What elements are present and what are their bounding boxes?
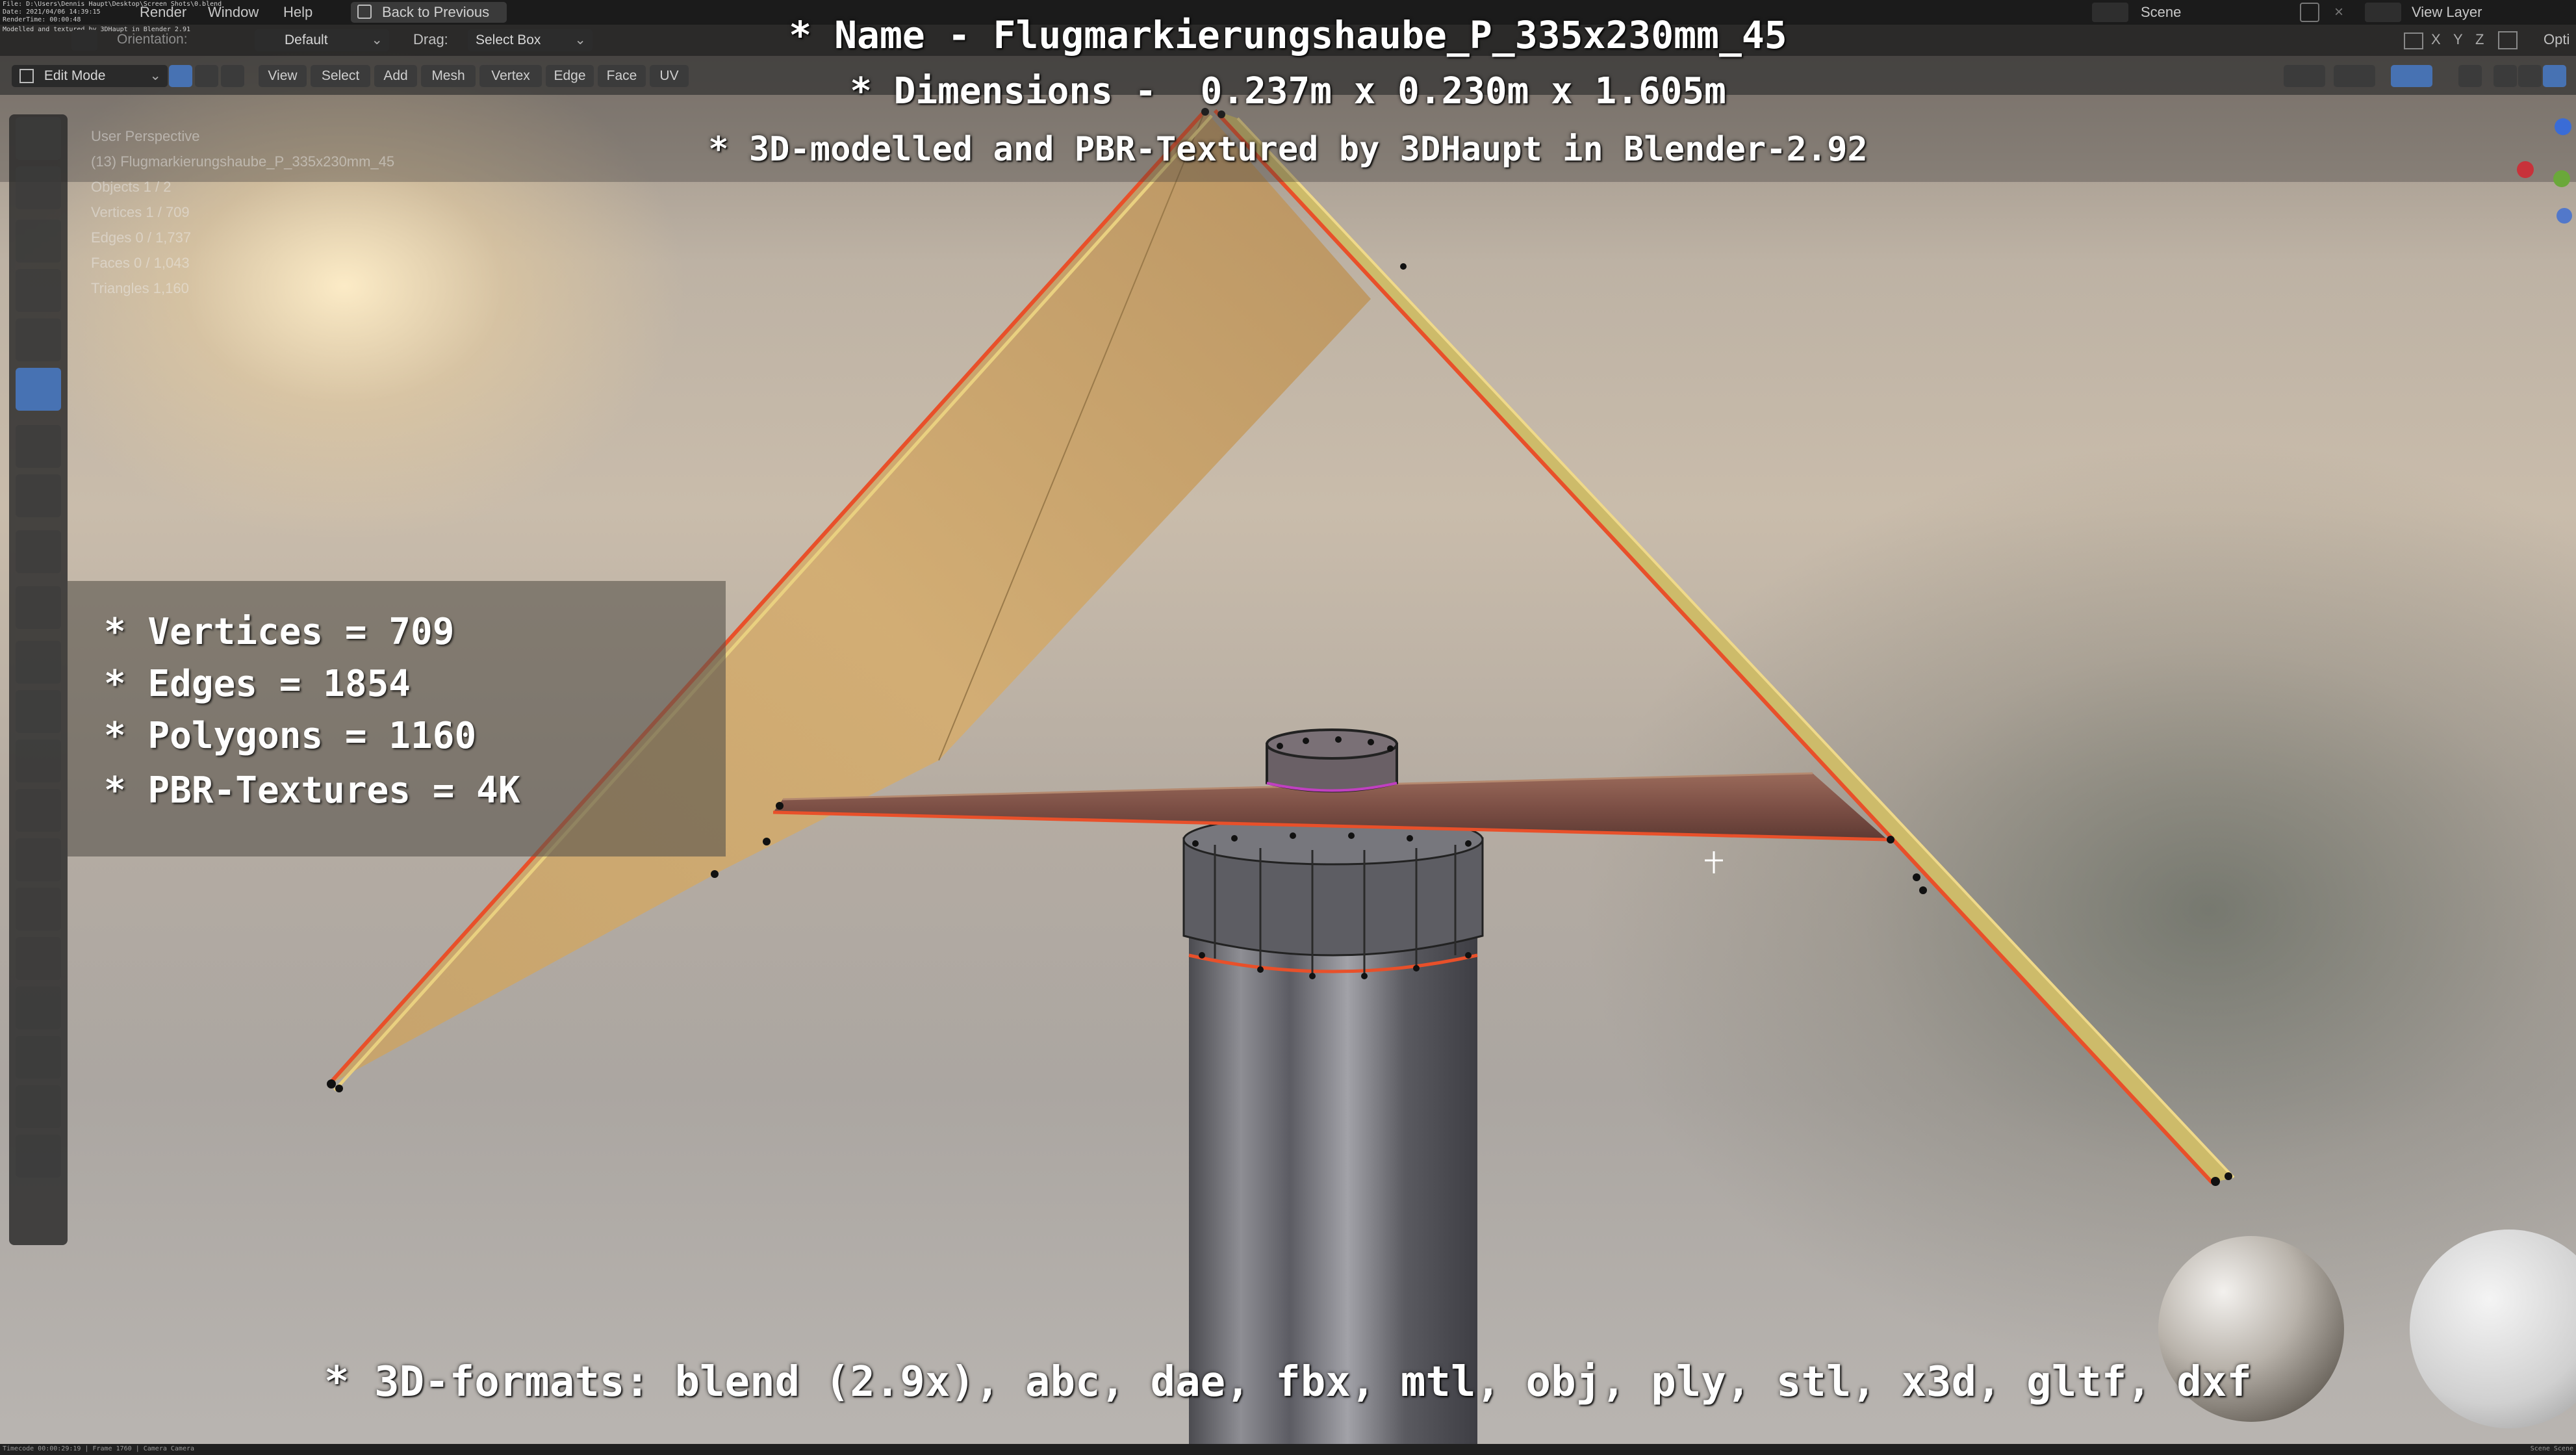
bevel-icon[interactable] bbox=[16, 690, 61, 733]
stat-polygons: * Polygons = 1160 bbox=[104, 715, 477, 757]
status-left: Timecode 00:00:29:19 | Frame 1760 | Came… bbox=[3, 1445, 195, 1452]
3d-viewport[interactable]: File: D:\Users\Dennis Haupt\Desktop\Scre… bbox=[0, 0, 2576, 1455]
add-cube-icon[interactable] bbox=[16, 530, 61, 573]
stat-edges: * Edges = 1854 bbox=[104, 663, 411, 705]
smooth-icon[interactable] bbox=[16, 937, 61, 980]
annotate-icon[interactable] bbox=[16, 425, 61, 468]
cursor-icon[interactable] bbox=[16, 166, 61, 209]
edge-slide-icon[interactable] bbox=[16, 986, 61, 1029]
knife-icon[interactable] bbox=[16, 789, 61, 832]
rip-icon[interactable] bbox=[16, 1135, 61, 1178]
stat-vertices: * Vertices = 709 bbox=[104, 611, 455, 653]
model-credit-title: * 3D-modelled and PBR-Textured by 3DHaup… bbox=[708, 130, 1868, 169]
inset-icon[interactable] bbox=[16, 641, 61, 684]
shrink-fatten-icon[interactable] bbox=[16, 1036, 61, 1079]
3d-cursor[interactable] bbox=[1705, 851, 1723, 873]
shear-icon[interactable] bbox=[16, 1085, 61, 1128]
measure-icon[interactable] bbox=[16, 474, 61, 517]
navigation-gizmo[interactable] bbox=[2508, 104, 2576, 234]
gizmo-neg-z[interactable] bbox=[2557, 208, 2572, 224]
rotate-icon[interactable] bbox=[16, 269, 61, 312]
extrude-icon[interactable] bbox=[16, 586, 61, 629]
poly-build-icon[interactable] bbox=[16, 838, 61, 881]
triangles-stat: Triangles 1,160 bbox=[91, 280, 189, 296]
edges-stat: Edges 0 / 1,737 bbox=[91, 229, 192, 246]
loop-cut-icon[interactable] bbox=[16, 740, 61, 782]
status-bar: Timecode 00:00:29:19 | Frame 1760 | Came… bbox=[0, 1444, 2576, 1455]
pole-cap bbox=[1266, 728, 1398, 793]
vertices-stat: Vertices 1 / 709 bbox=[91, 204, 190, 220]
gizmo-y-axis[interactable] bbox=[2553, 170, 2570, 187]
transform-icon[interactable] bbox=[16, 368, 61, 411]
model-name-title: * Name - Flugmarkierungshaube_P_335x230m… bbox=[789, 13, 1787, 57]
toolbar bbox=[9, 114, 68, 1245]
faces-stat: Faces 0 / 1,043 bbox=[91, 255, 190, 271]
file-info-1: File: D:\Users\Dennis Haupt\Desktop\Scre… bbox=[3, 1, 222, 8]
formats-caption: * 3D-formats: blend (2.9x), abc, dae, fb… bbox=[324, 1358, 2252, 1406]
scale-icon[interactable] bbox=[16, 318, 61, 361]
status-right: Scene Scene bbox=[2530, 1445, 2573, 1452]
objects-stat: Objects 1 / 2 bbox=[91, 179, 172, 195]
spin-icon[interactable] bbox=[16, 888, 61, 931]
move-icon[interactable] bbox=[16, 220, 61, 263]
stat-pbr-textures: * PBR-Textures = 4K bbox=[104, 769, 520, 812]
model-dimensions-title: * Dimensions - 0.237m x 0.230m x 1.605m bbox=[850, 70, 1726, 112]
